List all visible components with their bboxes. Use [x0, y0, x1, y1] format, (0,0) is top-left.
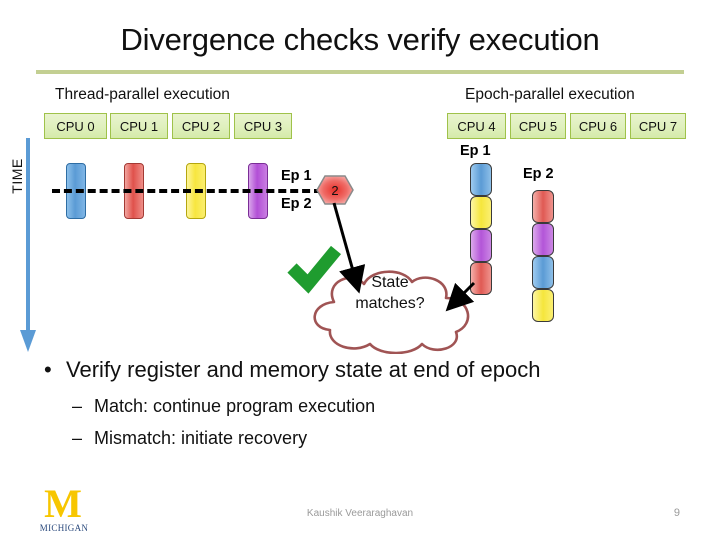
epoch-segment-1-0-red: [532, 190, 554, 223]
cloud-text: State matches?: [300, 272, 480, 314]
cpu-box-label: CPU 4: [457, 118, 496, 134]
epoch-segment-1-3-yellow: [532, 289, 554, 322]
thread-epoch-label-0: Ep 1: [281, 168, 312, 184]
bullet-level2-0: – Match: continue program execution: [72, 396, 375, 417]
thread-epoch-label-1: Ep 2: [281, 196, 312, 212]
bullet-level1-text: Verify register and memory state at end …: [66, 357, 541, 382]
section-header-thread-parallel: Thread-parallel execution: [55, 86, 230, 103]
epoch-segment-0-0-blue: [470, 163, 492, 196]
cpu-box-left-3[interactable]: CPU 3: [234, 113, 292, 139]
epoch-column-label-0: Ep 1: [460, 143, 491, 159]
footer-page-number: 9: [673, 507, 680, 519]
time-arrow-icon: [16, 136, 42, 359]
cpu-box-right-0[interactable]: CPU 4: [447, 113, 506, 139]
epoch-segment-1-1-purple: [532, 223, 554, 256]
dash-glyph: –: [72, 428, 83, 448]
cpu-box-left-0[interactable]: CPU 0: [44, 113, 107, 139]
cpu-box-label: CPU 2: [181, 118, 221, 134]
cpu-box-label: CPU 6: [578, 118, 618, 134]
michigan-logo-text: MICHIGAN: [39, 523, 89, 533]
bullet-level1: • Verify register and memory state at end…: [44, 357, 684, 383]
cpu-box-label: CPU 3: [243, 118, 283, 134]
dash-glyph: –: [72, 396, 83, 416]
footer-author: Kaushik Veeraraghavan: [306, 508, 414, 519]
epoch-segment-0-1-yellow: [470, 196, 492, 229]
bullet-level2-1-text: Mismatch: initiate recovery: [94, 428, 308, 448]
epoch-segment-0-2-purple: [470, 229, 492, 262]
cpu-box-label: CPU 7: [638, 118, 678, 134]
cpu-box-right-2[interactable]: CPU 6: [570, 113, 626, 139]
cpu-box-label: CPU 1: [119, 118, 159, 134]
cpu-box-left-2[interactable]: CPU 2: [172, 113, 230, 139]
cpu-box-label: CPU 5: [518, 118, 558, 134]
slide-root: Divergence checks verify execution Threa…: [0, 0, 720, 540]
page-title: Divergence checks verify execution: [120, 22, 600, 57]
title-divider: [36, 70, 684, 74]
bullet-glyph: •: [44, 357, 52, 382]
cpu-box-right-1[interactable]: CPU 5: [510, 113, 566, 139]
cpu-box-right-3[interactable]: CPU 7: [630, 113, 686, 139]
bullet-level2-1: – Mismatch: initiate recovery: [72, 428, 307, 449]
cpu-box-left-1[interactable]: CPU 1: [110, 113, 168, 139]
cloud-text-line1: State: [371, 274, 409, 291]
section-header-epoch-parallel: Epoch-parallel execution: [465, 86, 635, 103]
epoch-segment-1-2-blue: [532, 256, 554, 289]
epoch-column-label-1: Ep 2: [523, 166, 554, 182]
cpu-box-label: CPU 0: [56, 118, 95, 134]
cloud-text-line2: matches?: [355, 295, 425, 312]
bullet-level2-0-text: Match: continue program execution: [94, 396, 376, 416]
epoch-boundary-dashed-line: [52, 189, 322, 193]
divergence-check-number: 2: [331, 182, 339, 198]
